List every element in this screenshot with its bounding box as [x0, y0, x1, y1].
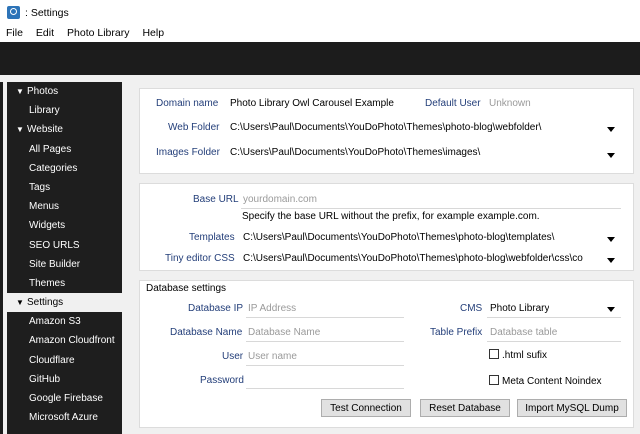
expand-triangle-icon: ▼ [16, 125, 24, 135]
sidebar: ▼ Photos Library ▼ Website All Pages Categ… [7, 82, 122, 434]
tiny-editor-dropdown-icon[interactable] [607, 258, 615, 263]
sidebar-item-library[interactable]: Library [7, 101, 122, 120]
title-bar: : Settings [0, 0, 640, 24]
expand-triangle-icon: ▼ [16, 87, 24, 96]
base-url-help: Specify the base URL without the prefix,… [242, 211, 540, 222]
sidebar-item-microsoft-azure[interactable]: Microsoft Azure [7, 408, 122, 427]
user-underline [246, 365, 404, 366]
tiny-editor-css-label: Tiny editor CSS [165, 253, 235, 264]
sidebar-group-settings[interactable]: ▼ Settings [7, 293, 122, 313]
sidebar-item-seo-urls[interactable]: SEO URLS [7, 236, 122, 255]
sidebar-item-site-builder[interactable]: Site Builder [7, 255, 122, 274]
database-name-underline [246, 341, 404, 342]
sidebar-item-cloudflare[interactable]: Cloudflare [7, 351, 122, 370]
urls-panel: Base URL yourdomain.com Specify the base… [139, 183, 634, 271]
toolbar [0, 42, 640, 75]
sidebar-item-amazon-cloudfront[interactable]: Amazon Cloudfront [7, 331, 122, 350]
database-ip-underline [246, 317, 404, 318]
left-edge-strip [0, 82, 3, 434]
html-suffix-checkbox[interactable] [489, 349, 499, 359]
tiny-editor-css-field[interactable]: C:\Users\Paul\Documents\YouDoPhoto\Theme… [243, 253, 598, 264]
web-folder-field[interactable]: C:\Users\Paul\Documents\YouDoPhoto\Theme… [230, 122, 600, 133]
images-folder-dropdown-icon[interactable] [607, 153, 615, 158]
images-folder-field[interactable]: C:\Users\Paul\Documents\YouDoPhoto\Theme… [230, 147, 600, 158]
html-suffix-label: .html sufix [502, 350, 548, 361]
table-prefix-label: Table Prefix [430, 327, 483, 338]
sidebar-item-categories[interactable]: Categories [7, 159, 122, 178]
password-label: Password [200, 375, 244, 386]
table-prefix-field[interactable]: Database table [490, 327, 557, 338]
sidebar-item-github[interactable]: GitHub [7, 370, 122, 389]
web-folder-dropdown-icon[interactable] [607, 127, 615, 132]
test-connection-button[interactable]: Test Connection [321, 399, 411, 417]
sidebar-item-menus[interactable]: Menus [7, 197, 122, 216]
cms-dropdown-icon[interactable] [607, 307, 615, 312]
table-prefix-underline [487, 341, 621, 342]
default-user-field[interactable]: Unknown [489, 98, 531, 109]
database-panel: Database settings Database IP IP Address… [139, 280, 634, 428]
database-name-label: Database Name [170, 327, 243, 338]
user-label: User [222, 351, 244, 362]
templates-dropdown-icon[interactable] [607, 237, 615, 242]
sidebar-item-all-pages[interactable]: All Pages [7, 140, 122, 159]
cms-underline [487, 317, 621, 318]
site-panel: Domain name Photo Library Owl Carousel E… [139, 88, 634, 174]
window-title: : Settings [25, 7, 69, 19]
sidebar-item-amazon-s3[interactable]: Amazon S3 [7, 312, 122, 331]
import-mysql-dump-button[interactable]: Import MySQL Dump [517, 399, 627, 417]
templates-field[interactable]: C:\Users\Paul\Documents\YouDoPhoto\Theme… [243, 232, 598, 243]
app-icon [7, 6, 20, 19]
cms-label: CMS [460, 303, 483, 314]
templates-label: Templates [189, 232, 235, 243]
sidebar-item-google-firebase[interactable]: Google Firebase [7, 389, 122, 408]
sidebar-item-widgets[interactable]: Widgets [7, 216, 122, 235]
default-user-label: Default User [425, 98, 481, 109]
reset-database-button[interactable]: Reset Database [420, 399, 510, 417]
base-url-underline [241, 208, 621, 209]
domain-name-label: Domain name [156, 98, 219, 109]
meta-noindex-label: Meta Content Noindex [502, 376, 602, 387]
menu-photo-library[interactable]: Photo Library [67, 27, 129, 39]
meta-noindex-checkbox[interactable] [489, 375, 499, 385]
sidebar-item-tags[interactable]: Tags [7, 178, 122, 197]
menu-help[interactable]: Help [142, 27, 164, 39]
database-ip-label: Database IP [188, 303, 244, 314]
cms-select[interactable]: Photo Library [490, 303, 549, 314]
menu-file[interactable]: File [6, 27, 23, 39]
menu-bar: File Edit Photo Library Help [0, 24, 640, 42]
web-folder-label: Web Folder [168, 122, 220, 133]
database-ip-field[interactable]: IP Address [248, 303, 296, 314]
expand-triangle-icon: ▼ [16, 298, 24, 308]
images-folder-label: Images Folder [156, 147, 220, 158]
user-field[interactable]: User name [248, 351, 297, 362]
sidebar-item-themes[interactable]: Themes [7, 274, 122, 293]
database-settings-title: Database settings [146, 283, 227, 294]
base-url-field[interactable]: yourdomain.com [243, 194, 317, 205]
menu-edit[interactable]: Edit [36, 27, 54, 39]
sidebar-group-website[interactable]: ▼ Website [7, 120, 122, 139]
sidebar-group-photos[interactable]: ▼ Photos [7, 82, 122, 101]
domain-name-field[interactable]: Photo Library Owl Carousel Example [230, 98, 394, 109]
database-name-field[interactable]: Database Name [248, 327, 320, 338]
base-url-label: Base URL [193, 194, 239, 205]
password-field[interactable] [246, 388, 404, 389]
